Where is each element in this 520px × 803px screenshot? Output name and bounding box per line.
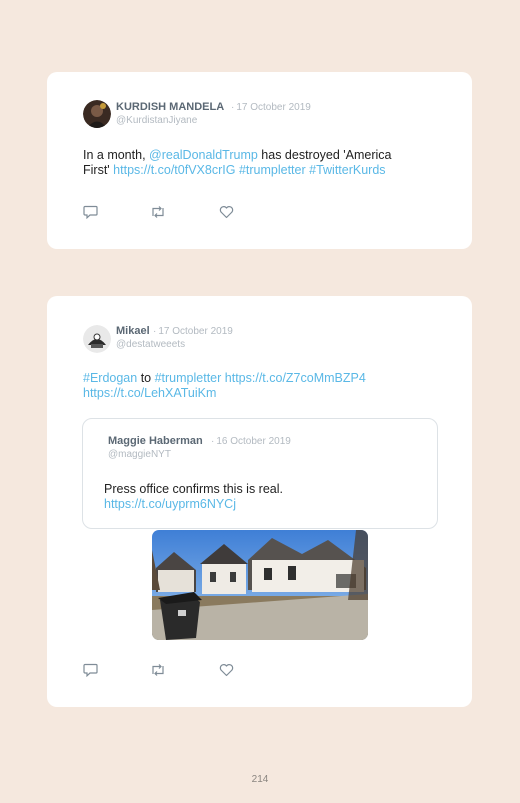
hashtag-link[interactable]: #Erdogan xyxy=(83,371,137,385)
author-handle[interactable]: @destatweeets xyxy=(116,339,185,350)
hashtag-link[interactable]: #trumpletter xyxy=(239,163,306,177)
retweet-icon[interactable] xyxy=(150,205,166,219)
tweet-actions xyxy=(83,205,243,219)
mention-link[interactable]: @realDonaldTrump xyxy=(149,148,258,162)
tweet-text-line: First' https://t.co/t0fVX8crIG #trumplet… xyxy=(83,163,386,178)
url-link[interactable]: https://t.co/uyprm6NYCj xyxy=(104,497,236,511)
tweet-text-line: In a month, @realDonaldTrump has destroy… xyxy=(83,148,392,163)
separator: · xyxy=(231,102,235,113)
text: First' xyxy=(83,163,114,177)
separator: · xyxy=(211,436,215,447)
like-icon[interactable] xyxy=(219,205,235,219)
reply-icon[interactable] xyxy=(83,663,99,677)
tweet-text-line: https://t.co/LehXATuiKm xyxy=(83,386,216,401)
url-link[interactable]: https://t.co/Z7coMmBZP4 xyxy=(225,371,366,385)
tweet-card: KURDISH MANDELA · 17 October 2019 @Kurdis… xyxy=(47,72,472,249)
tweet-text-line: #Erdogan to #trumpletter https://t.co/Z7… xyxy=(83,371,366,386)
author-name[interactable]: Mikael xyxy=(116,325,150,337)
tweet-date: · 17 October 2019 xyxy=(153,326,233,337)
hashtag-link[interactable]: #TwitterKurds xyxy=(309,163,385,177)
tweet-photo[interactable] xyxy=(152,530,368,640)
text: In a month, xyxy=(83,148,150,162)
reply-icon[interactable] xyxy=(83,205,99,219)
text: to xyxy=(137,371,155,385)
quoted-tweet-date: · 16 October 2019 xyxy=(211,436,291,447)
quoted-tweet-link: https://t.co/uyprm6NYCj xyxy=(104,497,236,512)
avatar[interactable] xyxy=(83,325,111,353)
quoted-tweet-text: Press office confirms this is real. xyxy=(104,482,283,496)
quoted-tweet[interactable]: Maggie Haberman · 16 October 2019 @maggie… xyxy=(82,418,438,529)
date-text: 16 October 2019 xyxy=(216,436,291,447)
tweet-date: · 17 October 2019 xyxy=(231,102,311,113)
date-text: 17 October 2019 xyxy=(236,102,311,113)
separator: · xyxy=(153,326,157,337)
author-handle[interactable]: @KurdistanJiyane xyxy=(116,115,197,126)
url-link[interactable]: https://t.co/t0fVX8crIG xyxy=(113,163,235,177)
text: has destroyed 'America xyxy=(257,148,392,162)
tweet-actions xyxy=(83,663,243,677)
author-name[interactable]: KURDISH MANDELA xyxy=(116,101,224,113)
tweet-card: Mikael · 17 October 2019 @destatweeets #E… xyxy=(47,296,472,707)
page-number: 214 xyxy=(251,774,269,785)
hashtag-link[interactable]: #trumpletter xyxy=(155,371,222,385)
quoted-author-name[interactable]: Maggie Haberman xyxy=(108,435,203,447)
date-text: 17 October 2019 xyxy=(158,326,233,337)
url-link[interactable]: https://t.co/LehXATuiKm xyxy=(83,386,216,400)
quoted-author-handle[interactable]: @maggieNYT xyxy=(108,449,171,460)
retweet-icon[interactable] xyxy=(150,663,166,677)
like-icon[interactable] xyxy=(219,663,235,677)
avatar[interactable] xyxy=(83,100,111,128)
